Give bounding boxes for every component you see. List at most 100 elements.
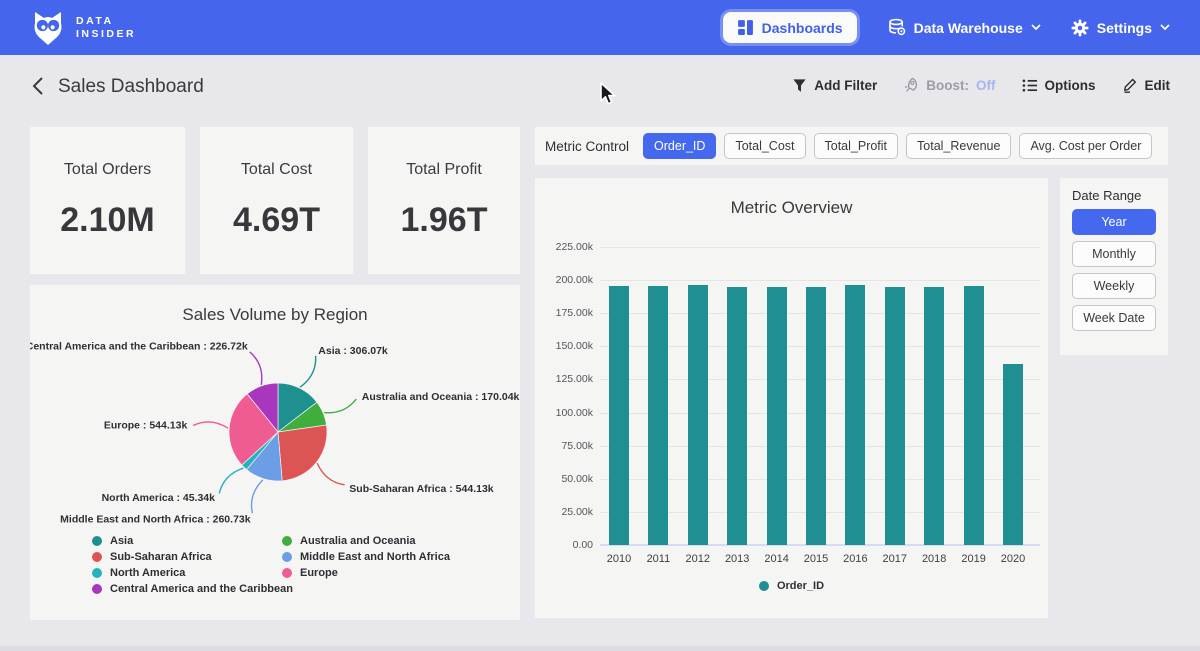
database-icon <box>887 18 906 37</box>
gear-icon <box>1071 19 1089 37</box>
dashboard-toolbar: Sales Dashboard Add Filter Boost: Off <box>0 55 1200 120</box>
bar-2015[interactable] <box>806 287 826 546</box>
pie-slice-label: Asia : 306.07k <box>318 345 388 357</box>
kpi-value: 4.69T <box>200 201 353 240</box>
nav-data-warehouse[interactable]: Data Warehouse <box>887 18 1041 37</box>
metric-button-total-cost[interactable]: Total_Cost <box>724 133 805 159</box>
pie-leader-line <box>252 480 263 513</box>
pie-leader-line <box>317 463 344 485</box>
legend-dot <box>282 552 292 562</box>
date-range-button-year[interactable]: Year <box>1072 209 1156 235</box>
legend-dot <box>759 581 769 591</box>
footer-strip <box>0 646 1200 651</box>
bar-2019[interactable] <box>964 286 984 545</box>
pie-slice-label: Central America and the Caribbean : 226.… <box>30 341 248 353</box>
bar-2014[interactable] <box>767 287 787 545</box>
bar-2010[interactable] <box>609 286 629 545</box>
kpi-value: 2.10M <box>30 201 185 240</box>
bar-2011[interactable] <box>648 286 668 545</box>
y-axis-tick-label: 100.00k <box>535 407 593 419</box>
brand-logo[interactable]: DATA INSIDER <box>30 9 136 47</box>
y-axis-tick-label: 175.00k <box>535 307 593 319</box>
metric-button-order-id[interactable]: Order_ID <box>643 133 716 159</box>
toolbar-actions: Add Filter Boost: Off <box>792 77 1170 93</box>
bar-2018[interactable] <box>924 287 944 546</box>
legend-item-europe[interactable]: Europe <box>282 565 450 580</box>
nav-dashboards-button[interactable]: Dashboards <box>723 12 857 43</box>
date-range-button-week-date[interactable]: Week Date <box>1072 305 1156 331</box>
nav-settings[interactable]: Settings <box>1071 19 1170 37</box>
legend-label: Middle East and North Africa <box>300 551 450 563</box>
rocket-icon <box>903 77 919 93</box>
screen: DATA INSIDER Dashboards <box>0 0 1200 651</box>
legend-label: Sub-Saharan Africa <box>110 551 212 563</box>
pie-slice-label: Sub-Saharan Africa : 544.13k <box>349 483 493 495</box>
x-axis-tick-label: 2011 <box>636 553 680 565</box>
nav-settings-label: Settings <box>1097 20 1152 36</box>
navbar-menu: Dashboards Data Warehouse <box>723 12 1170 43</box>
back-button[interactable] <box>26 75 50 99</box>
bar-2012[interactable] <box>688 285 708 545</box>
options-list-icon <box>1022 78 1038 93</box>
pie-leader-line <box>193 422 228 428</box>
date-range-button-weekly[interactable]: Weekly <box>1072 273 1156 299</box>
y-axis-tick-label: 125.00k <box>535 373 593 385</box>
kpi-card-total-cost: Total Cost 4.69T <box>200 127 353 274</box>
x-axis-tick-label: 2010 <box>597 553 641 565</box>
x-axis-tick-label: 2019 <box>952 553 996 565</box>
y-axis-tick-label: 50.00k <box>535 473 593 485</box>
bar-chart-title: Metric Overview <box>535 198 1048 218</box>
x-axis-tick-label: 2013 <box>715 553 759 565</box>
boost-toggle[interactable]: Boost: Off <box>903 77 995 93</box>
bar-legend-item-order_id[interactable]: Order_ID <box>759 578 824 593</box>
legend-item-asia[interactable]: Asia <box>92 533 293 548</box>
nav-data-warehouse-label: Data Warehouse <box>914 20 1023 36</box>
bar-2020[interactable] <box>1003 364 1023 545</box>
bar-2013[interactable] <box>727 287 747 546</box>
metric-buttons: Order_ID Total_Cost Total_Profit Total_Reve… <box>643 133 1160 159</box>
legend-label: Central America and the Caribbean <box>110 583 293 595</box>
metric-button-total-profit[interactable]: Total_Profit <box>814 133 899 159</box>
edit-button[interactable]: Edit <box>1122 77 1171 93</box>
legend-item-north-america[interactable]: North America <box>92 565 293 580</box>
bar-2016[interactable] <box>845 285 865 545</box>
metric-button-total-revenue[interactable]: Total_Revenue <box>906 133 1011 159</box>
pie-slice-sub-saharan-africa[interactable] <box>278 425 327 481</box>
back-chevron-icon <box>29 76 47 96</box>
bar-chart-legend: Order_ID <box>535 578 1048 594</box>
legend-item-middle-east-and-north-africa[interactable]: Middle East and North Africa <box>282 549 450 564</box>
pie-slice-label: Europe : 544.13k <box>104 420 188 432</box>
date-range-buttons: Year Monthly Weekly Week Date <box>1060 209 1168 331</box>
gridline <box>600 247 1040 248</box>
add-filter-button[interactable]: Add Filter <box>792 78 877 93</box>
legend-dot <box>282 568 292 578</box>
legend-label: Asia <box>110 535 133 547</box>
pie-leader-line <box>219 468 243 493</box>
filter-funnel-icon <box>792 78 807 93</box>
date-range-button-monthly[interactable]: Monthly <box>1072 241 1156 267</box>
pie-legend-column-2: Australia and Oceania Middle East and Nor… <box>282 533 450 581</box>
top-navbar: DATA INSIDER Dashboards <box>0 0 1200 55</box>
metric-button-avg-cost-per-order[interactable]: Avg. Cost per Order <box>1019 133 1152 159</box>
date-range-label: Date Range <box>1072 188 1168 203</box>
bar-2017[interactable] <box>885 287 905 546</box>
legend-label: Australia and Oceania <box>300 535 416 547</box>
legend-item-sub-saharan-africa[interactable]: Sub-Saharan Africa <box>92 549 293 564</box>
legend-item-central-america-and-the-caribbean[interactable]: Central America and the Caribbean <box>92 581 293 596</box>
boost-value: Off <box>976 78 996 93</box>
x-axis-tick-label: 2020 <box>991 553 1035 565</box>
nav-dashboards-label: Dashboards <box>762 20 843 36</box>
kpi-label: Total Profit <box>368 161 520 179</box>
pie-chart-card: Sales Volume by Region Asia : 306.07kAus… <box>30 285 520 620</box>
options-button[interactable]: Options <box>1022 78 1096 93</box>
x-axis-tick-label: 2012 <box>676 553 720 565</box>
legend-dot <box>92 536 102 546</box>
x-axis-tick-label: 2018 <box>912 553 956 565</box>
x-axis-tick-label: 2015 <box>794 553 838 565</box>
y-axis-tick-label: 225.00k <box>535 241 593 253</box>
legend-item-australia-and-oceania[interactable]: Australia and Oceania <box>282 533 450 548</box>
y-axis-tick-label: 150.00k <box>535 340 593 352</box>
dashboards-grid-icon <box>737 19 754 36</box>
brand-name: DATA INSIDER <box>76 15 136 41</box>
y-axis-tick-label: 200.00k <box>535 274 593 286</box>
